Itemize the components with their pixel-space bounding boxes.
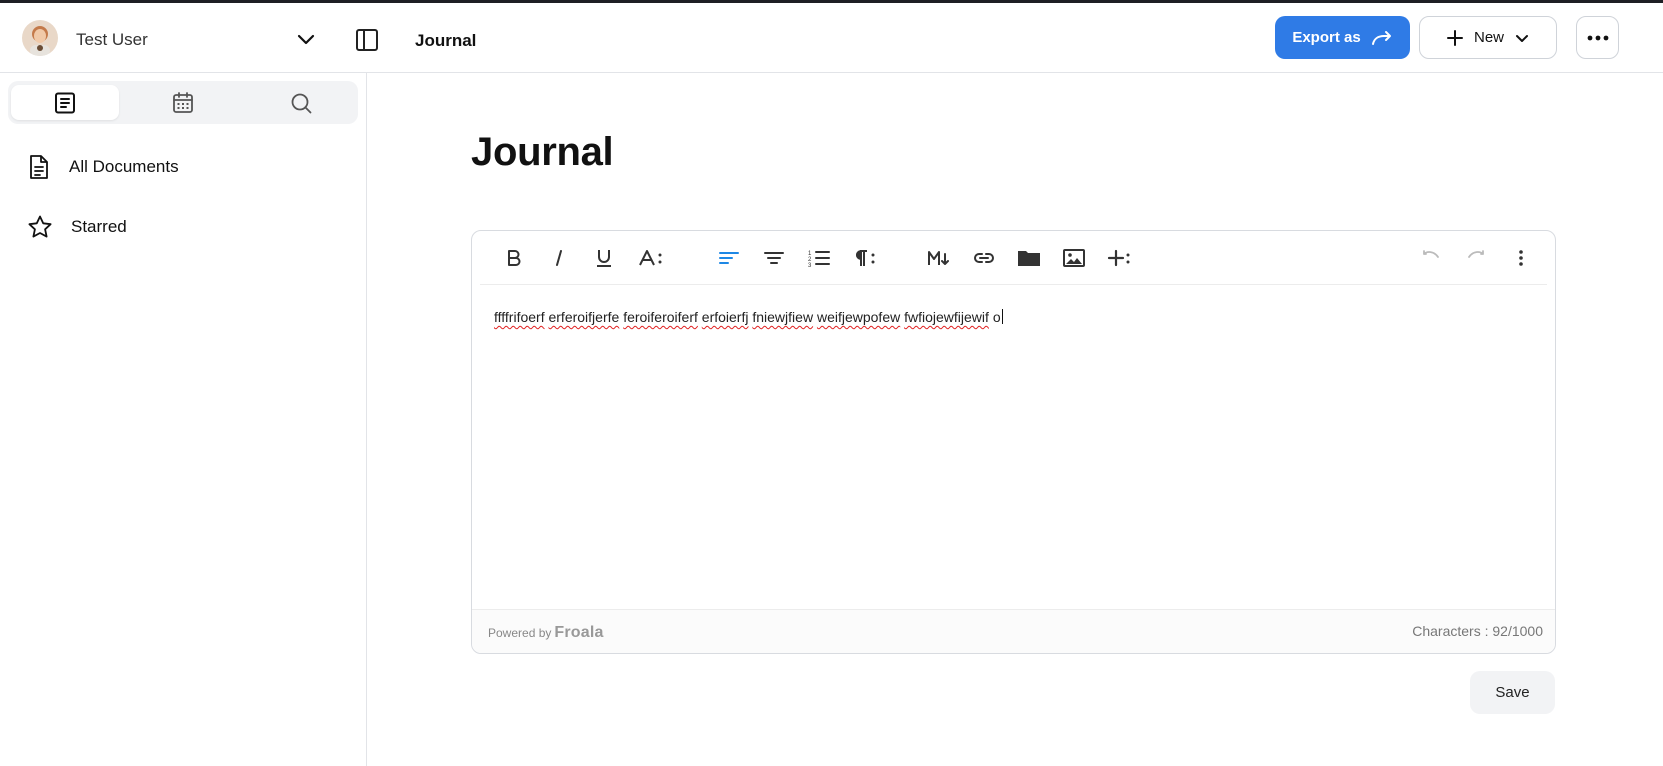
tab-documents[interactable] xyxy=(11,85,119,120)
editor-content[interactable]: ffffrifoerf erferoifjerfe feroiferoiferf… xyxy=(494,309,1003,325)
sidebar-item-starred[interactable]: Starred xyxy=(27,210,127,244)
text-word: erfoierfj xyxy=(701,309,749,325)
markdown-icon[interactable] xyxy=(925,244,953,272)
link-icon[interactable] xyxy=(970,244,998,272)
insert-more-icon[interactable] xyxy=(1105,244,1135,272)
more-horizontal-icon xyxy=(1587,35,1608,40)
sidebar-item-label: All Documents xyxy=(69,157,179,176)
text-word: ffffrifoerf xyxy=(494,309,545,325)
tab-search[interactable] xyxy=(247,85,355,120)
bold-icon[interactable] xyxy=(500,244,528,272)
more-options-button[interactable] xyxy=(1576,16,1619,59)
text-word: fniewjfiew xyxy=(752,309,814,325)
editor-toolbar: 123 xyxy=(480,231,1547,285)
powered-by[interactable]: Powered by Froala xyxy=(488,624,604,642)
folder-icon[interactable] xyxy=(1015,244,1043,272)
text-word: feroiferoiferf xyxy=(623,309,698,325)
editor-footer: Powered by Froala Characters : 92/1000 xyxy=(472,609,1555,653)
sidebar-item-label: Starred xyxy=(71,217,127,236)
sidebar-item-all-documents[interactable]: All Documents xyxy=(27,150,179,184)
svg-text:3: 3 xyxy=(808,263,812,268)
export-as-button[interactable]: Export as xyxy=(1275,16,1410,59)
user-name: Test User xyxy=(76,30,148,49)
text-word: weifjewpofew xyxy=(816,309,901,325)
italic-icon[interactable] xyxy=(545,244,573,272)
star-icon xyxy=(28,215,52,238)
undo-icon[interactable] xyxy=(1417,244,1445,272)
powered-by-label: Powered by xyxy=(488,626,552,640)
froala-logo: Froala xyxy=(554,624,604,641)
more-vertical-icon[interactable] xyxy=(1507,244,1535,272)
character-counter: Characters : 92/1000 xyxy=(1412,623,1543,639)
plus-icon xyxy=(1446,29,1463,46)
image-icon[interactable] xyxy=(1060,244,1088,272)
underline-icon[interactable] xyxy=(590,244,618,272)
tab-calendar[interactable] xyxy=(129,85,237,120)
export-as-label: Export as xyxy=(1292,29,1361,46)
align-center-icon[interactable] xyxy=(760,244,788,272)
page-title: Journal xyxy=(471,130,614,174)
search-icon xyxy=(291,93,312,113)
breadcrumb-current: Journal xyxy=(415,31,477,50)
document-list-icon xyxy=(55,92,75,113)
app-header: Test User Journal Export as New xyxy=(0,3,1663,73)
share-arrow-icon xyxy=(1371,30,1391,45)
text-word: erferoifjerfe xyxy=(548,309,620,325)
sidebar: All Documents Starred xyxy=(0,73,367,766)
text-word: o xyxy=(992,309,1001,325)
new-button[interactable]: New xyxy=(1419,16,1557,59)
user-avatar[interactable] xyxy=(22,20,58,56)
view-switcher xyxy=(8,81,358,124)
redo-icon[interactable] xyxy=(1462,244,1490,272)
save-button[interactable]: Save xyxy=(1470,671,1555,714)
font-size-icon[interactable] xyxy=(636,244,670,272)
rich-text-editor: 123 ffffrifoerf erferoifjerfe feroiferoi… xyxy=(471,230,1556,654)
text-word: fwfiojewfijewif xyxy=(904,309,989,325)
user-menu-chevron-icon[interactable] xyxy=(294,27,318,51)
ordered-list-icon[interactable]: 123 xyxy=(805,244,833,272)
document-icon xyxy=(30,155,48,179)
calendar-icon xyxy=(173,91,193,113)
sidebar-toggle-icon[interactable] xyxy=(354,27,380,53)
chevron-down-icon xyxy=(1516,34,1528,42)
new-label: New xyxy=(1473,29,1504,46)
text-caret xyxy=(1001,309,1003,324)
paragraph-format-icon[interactable] xyxy=(850,244,882,272)
align-left-icon[interactable] xyxy=(715,244,743,272)
